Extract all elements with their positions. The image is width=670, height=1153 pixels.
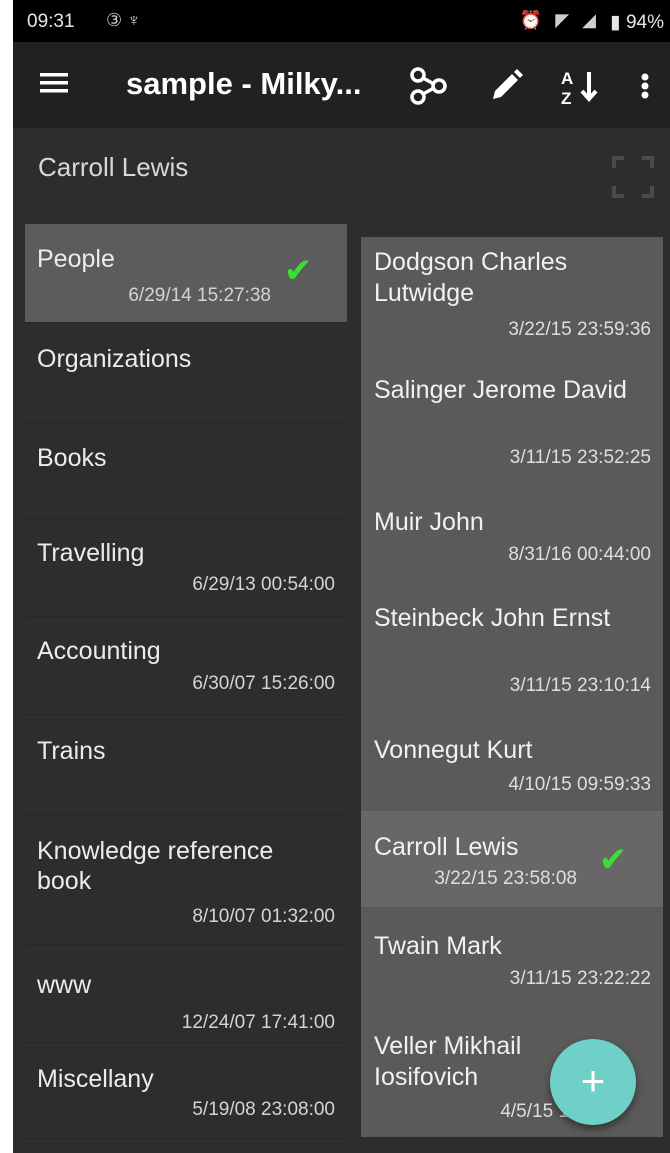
list-item-label: Knowledge reference book xyxy=(37,837,274,895)
list-item-muir[interactable]: Muir John 8/31/16 00:44:00 xyxy=(361,487,663,585)
list-item-label: Carroll Lewis xyxy=(374,833,519,861)
list-item-label: www xyxy=(37,971,92,999)
list-item-organizations[interactable]: Organizations xyxy=(25,322,347,423)
list-item-label: Accounting xyxy=(37,637,161,665)
list-item-label: Organizations xyxy=(37,345,192,373)
check-icon: ✔ xyxy=(598,841,628,879)
list-item-salinger[interactable]: Salinger Jerome David 3/11/15 23:52:25 xyxy=(361,353,663,489)
app-screen: 09:31 ③ ♆ ⏰ ◤ ◢ ▮ 94% sample - Milky... … xyxy=(13,0,670,1153)
status-bar: 09:31 ③ ♆ ⏰ ◤ ◢ ▮ 94% xyxy=(13,0,670,42)
add-button[interactable]: + xyxy=(550,1039,636,1125)
list-item-date: 12/24/07 17:41:00 xyxy=(181,1012,335,1033)
more-vert-icon[interactable] xyxy=(631,64,659,108)
list-item-date: 3/11/15 23:10:14 xyxy=(509,675,651,696)
list-item-label: Dodgson Charles Lutwidge xyxy=(374,248,568,307)
list-item-label: Travelling xyxy=(37,539,145,567)
list-item-miscellany[interactable]: Miscellany 5/19/08 23:08:00 xyxy=(25,1042,347,1139)
list-item-date: 3/22/15 23:59:36 xyxy=(508,319,651,340)
check-icon: ✔ xyxy=(283,252,313,290)
list-item-date: 6/29/13 00:54:00 xyxy=(192,574,335,595)
list-item-label: Twain Mark xyxy=(374,932,502,960)
list-item-books[interactable]: Books xyxy=(25,422,347,519)
list-item-date: 8/31/16 00:44:00 xyxy=(508,544,651,565)
list-item-date: 3/11/15 23:22:22 xyxy=(509,968,651,989)
svg-text:Z: Z xyxy=(561,89,571,108)
menu-icon[interactable] xyxy=(37,66,71,100)
list-item-date: 4/10/15 09:59:33 xyxy=(508,774,651,795)
svg-text:A: A xyxy=(561,69,573,88)
list-item-date: 3/11/15 23:52:25 xyxy=(509,447,651,468)
current-item-header: Carroll Lewis xyxy=(13,128,670,224)
list-item-carroll-lewis[interactable]: Carroll Lewis 3/22/15 23:58:08 ✔ xyxy=(361,811,663,909)
list-item-vonnegut[interactable]: Vonnegut Kurt 4/10/15 09:59:33 xyxy=(361,713,663,813)
edit-icon[interactable] xyxy=(484,64,528,108)
app-toolbar: sample - Milky... A Z xyxy=(13,42,670,128)
list-item-label: Steinbeck John Ernst xyxy=(374,604,611,632)
toolbar-title: sample - Milky... xyxy=(126,66,362,101)
list-item-label: Miscellany xyxy=(37,1065,154,1093)
people-list: Dodgson Charles Lutwidge 3/22/15 23:59:3… xyxy=(361,237,663,1137)
list-item-label: People xyxy=(37,245,115,273)
list-item-label: Vonnegut Kurt xyxy=(374,736,533,764)
list-item-label: Veller Mikhail Iosifovich xyxy=(374,1032,522,1091)
plus-icon: + xyxy=(580,1057,606,1104)
current-item-title: Carroll Lewis xyxy=(38,152,189,182)
notification-icons: ③ ♆ xyxy=(106,10,141,30)
list-item-www[interactable]: www 12/24/07 17:41:00 xyxy=(25,944,347,1043)
list-item-date: 8/10/07 01:32:00 xyxy=(192,906,335,927)
list-item-dodgson[interactable]: Dodgson Charles Lutwidge 3/22/15 23:59:3… xyxy=(361,237,663,355)
list-item-accounting[interactable]: Accounting 6/30/07 15:26:00 xyxy=(25,616,347,715)
list-item-date: 3/22/15 23:58:08 xyxy=(434,868,577,889)
list-item-date: 6/30/07 15:26:00 xyxy=(192,673,335,694)
list-item-trains[interactable]: Trains xyxy=(25,714,347,815)
list-item-label: Trains xyxy=(37,737,106,765)
list-item-travelling[interactable]: Travelling 6/29/13 00:54:00 xyxy=(25,518,347,617)
list-item-label: Books xyxy=(37,444,107,472)
status-time: 09:31 xyxy=(27,11,75,32)
fullscreen-icon[interactable] xyxy=(610,154,656,200)
list-item-steinbeck[interactable]: Steinbeck John Ernst 3/11/15 23:10:14 xyxy=(361,583,663,715)
battery-status: ▮ 94% xyxy=(610,12,664,33)
system-icons: ⏰ ◤ ◢ xyxy=(519,10,600,30)
graph-icon[interactable] xyxy=(406,64,450,108)
list-item-label: Salinger Jerome David xyxy=(374,376,627,404)
list-item-date: 5/19/08 23:08:00 xyxy=(192,1099,335,1120)
list-item-date: 6/29/14 15:27:38 xyxy=(128,285,271,306)
list-item-twain[interactable]: Twain Mark 3/11/15 23:22:22 xyxy=(361,907,663,1021)
list-item-label: Muir John xyxy=(374,508,484,536)
sort-az-icon[interactable]: A Z xyxy=(558,64,602,108)
list-item-people[interactable]: People 6/29/14 15:27:38 ✔ xyxy=(25,224,347,323)
list-item-knowledge-reference-book[interactable]: Knowledge reference book 8/10/07 01:32:0… xyxy=(25,814,347,945)
